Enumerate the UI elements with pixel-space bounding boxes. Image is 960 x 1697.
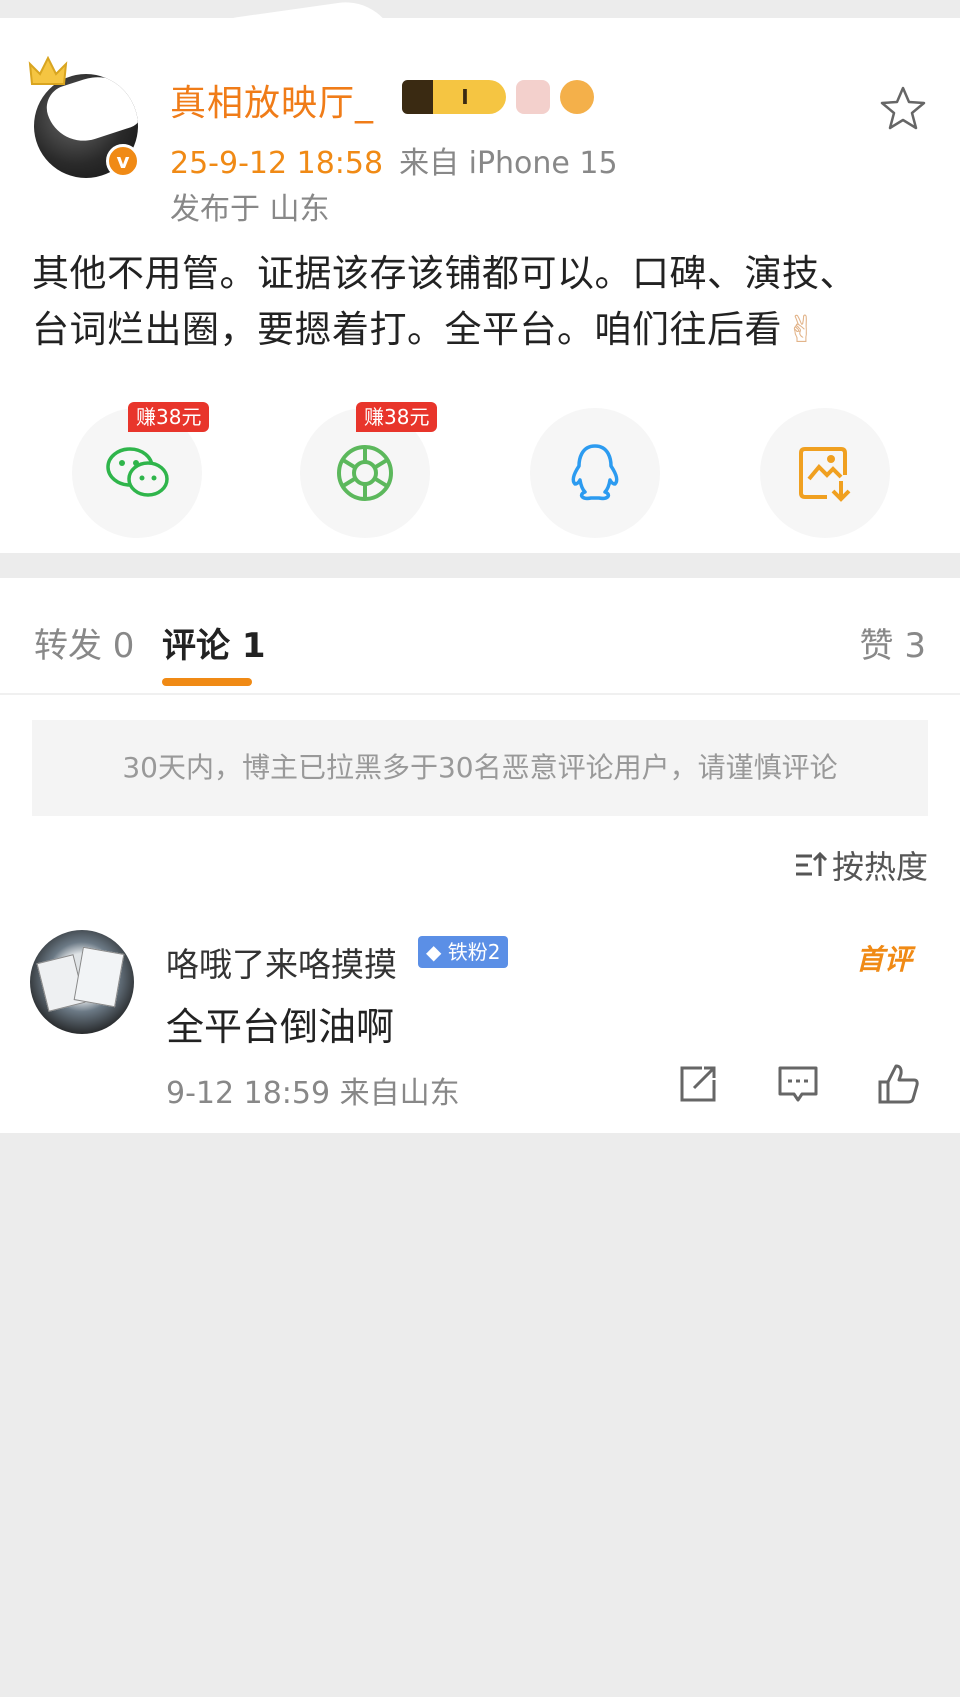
fan-level-label: 铁粉2 [447, 940, 501, 964]
qq-icon [571, 444, 619, 501]
earn-tag: 赚38元 [128, 402, 210, 432]
post-source: 来自 iPhone 15 [399, 146, 618, 181]
post-card: v 真相放映厅_ I 25-9-12 18:58 来自 iPhone 15 发布于… [0, 0, 960, 553]
like-comment-icon[interactable] [876, 1062, 920, 1106]
gift-badge-icon[interactable] [516, 80, 550, 114]
post-meta: 25-9-12 18:58 来自 iPhone 15 [170, 138, 618, 182]
comment-text: 全平台倒油啊 [166, 1005, 395, 1049]
share-moments-button[interactable]: 赚38元 [300, 402, 438, 538]
tab-repost[interactable]: 转发 0 [34, 618, 134, 667]
post-text-line: 台词烂出圈，要摁着打。全平台。咱们往后看 ✌ [32, 302, 932, 358]
fan-level-badge[interactable]: ◆ 铁粉2 [418, 936, 509, 968]
author-avatar-area[interactable]: v [28, 56, 140, 178]
post-location: 发布于 山东 [170, 192, 330, 227]
pet-badge-icon[interactable] [560, 80, 594, 114]
earn-tag: 赚38元 [356, 402, 438, 432]
save-image-icon [799, 447, 851, 502]
verified-badge: v [106, 144, 140, 178]
sort-by-hot-button[interactable]: 按热度 [794, 842, 928, 888]
post-text-line: 其他不用管。证据该存该铺都可以。口碑、演技、 [32, 252, 857, 295]
member-level-badge[interactable]: I [402, 80, 506, 114]
share-wechat-button[interactable]: 赚38元 [72, 402, 210, 538]
moments-icon [337, 445, 393, 501]
post-time: 25-9-12 18:58 [170, 146, 384, 181]
first-comment-tag: 首评 [856, 943, 913, 976]
tab-likes[interactable]: 赞 3 [860, 618, 926, 667]
tab-comments[interactable]: 评论 1 [162, 618, 266, 667]
sort-icon [795, 851, 828, 876]
diamond-icon: ◆ [426, 940, 442, 964]
commenter-avatar[interactable] [30, 930, 134, 1034]
active-tab-indicator [162, 678, 252, 686]
reply-comment-icon[interactable] [776, 1062, 820, 1106]
share-row: 赚38元 赚38元 [0, 402, 960, 538]
crown-icon [28, 56, 68, 85]
save-image-button[interactable] [760, 408, 890, 538]
author-badges: I [402, 80, 594, 114]
divider [0, 693, 960, 695]
level-label: I [461, 85, 469, 109]
favorite-star-icon[interactable] [876, 82, 930, 136]
comment-meta: 9-12 18:59 来自山东 [166, 1076, 460, 1111]
post-text-line-content: 台词烂出圈，要摁着打。全平台。咱们往后看 [32, 308, 782, 351]
sort-label: 按热度 [831, 848, 928, 886]
repost-comment-icon[interactable] [676, 1062, 720, 1106]
avatar-graphic [73, 946, 125, 1008]
victory-hand-emoji: ✌ [786, 308, 818, 351]
comment-notice: 30天内，博主已拉黑多于30名恶意评论用户，请谨慎评论 [32, 720, 928, 816]
comments-section: 转发 0 评论 1 赞 3 30天内，博主已拉黑多于30名恶意评论用户，请谨慎评… [0, 578, 960, 1133]
post-body: 其他不用管。证据该存该铺都可以。口碑、演技、 台词烂出圈，要摁着打。全平台。咱们… [32, 246, 932, 358]
share-qq-button[interactable] [530, 408, 660, 538]
wechat-icon [106, 447, 169, 497]
commenter-name[interactable]: 咯哦了来咯摸摸 [166, 938, 397, 986]
